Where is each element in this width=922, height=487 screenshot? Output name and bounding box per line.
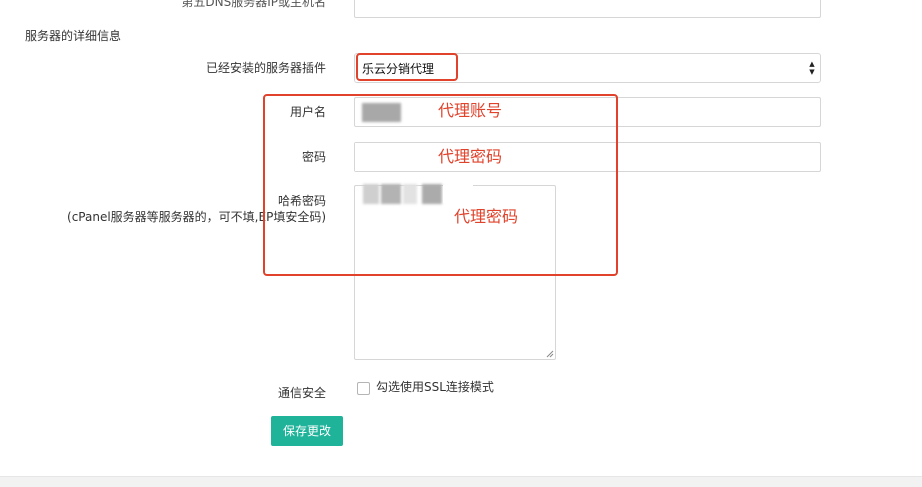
username-annotation: 代理账号 — [438, 101, 503, 120]
section-title: 服务器的详细信息 — [25, 29, 122, 43]
select-arrows-icon: ▲ ▼ — [809, 60, 815, 76]
password-annotation: 代理密码 — [438, 147, 503, 166]
plugin-label: 已经安装的服务器插件 — [205, 61, 326, 75]
save-button[interactable]: 保存更改 — [271, 416, 343, 446]
ssl-checkbox-label: 勾选使用SSL连接模式 — [376, 380, 494, 394]
dns5-input[interactable] — [354, 0, 821, 18]
ssl-checkbox[interactable] — [357, 382, 370, 395]
hash-annotation: 代理密码 — [454, 207, 519, 226]
plugin-highlight-box — [356, 53, 458, 81]
credentials-highlight-box — [263, 94, 618, 276]
bottom-divider — [0, 476, 922, 487]
dns5-label: 第五DNS服务器IP或主机名 — [181, 0, 326, 9]
resize-grip-icon[interactable] — [546, 350, 554, 358]
secure-label: 通信安全 — [277, 386, 326, 400]
